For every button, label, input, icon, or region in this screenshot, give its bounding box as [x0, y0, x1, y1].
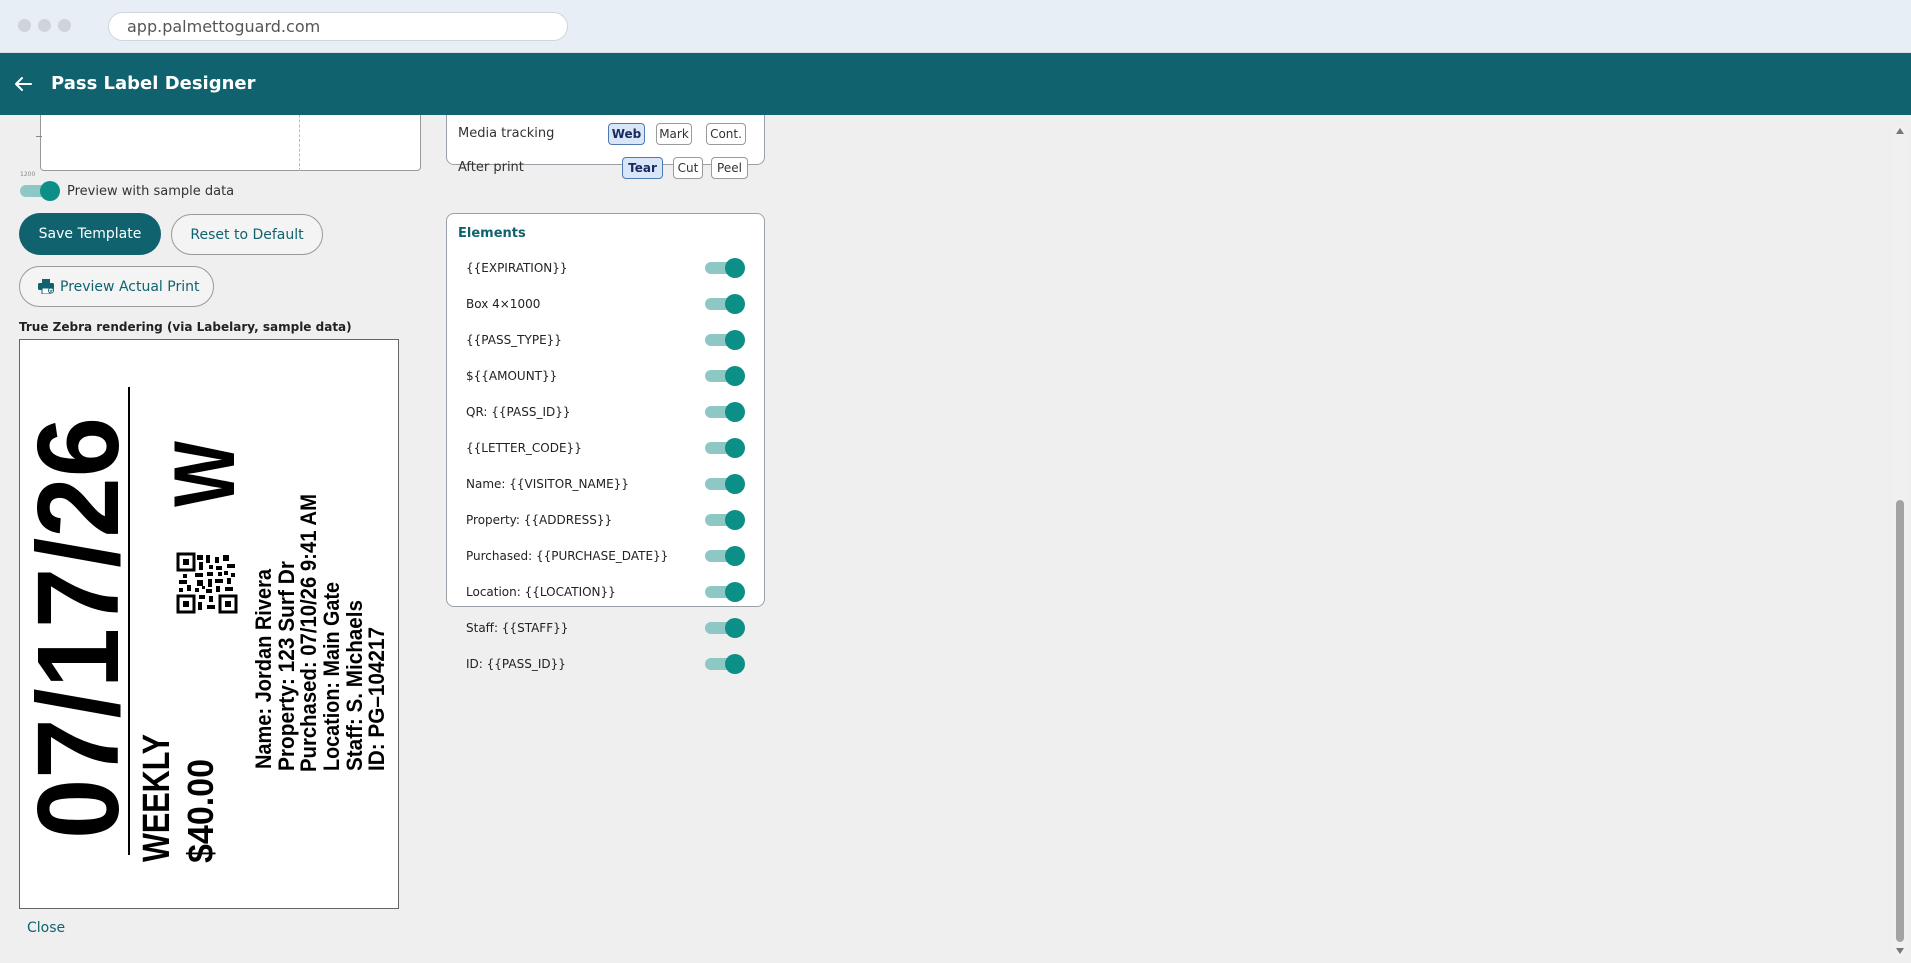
address-bar[interactable]: app.palmettoguard.com [108, 12, 568, 41]
media-tracking-mark[interactable]: Mark [656, 123, 692, 145]
element-row-pass-id: ID: {{PASS_ID}} [447, 650, 766, 680]
element-label: Purchased: {{PURCHASE_DATE}} [466, 549, 669, 563]
element-toggle-box[interactable] [705, 294, 745, 314]
element-row-qr: QR: {{PASS_ID}} [447, 398, 766, 428]
element-label: Staff: {{STAFF}} [466, 621, 569, 635]
preview-actual-print-label: Preview Actual Print [60, 278, 200, 295]
scroll-down-arrow-icon[interactable] [1896, 948, 1904, 954]
element-row-expiration: {{EXPIRATION}} [447, 254, 766, 284]
media-tracking-cont[interactable]: Cont. [706, 123, 746, 145]
element-label: {{PASS_TYPE}} [466, 333, 562, 347]
printer-icon [38, 279, 54, 294]
window-minimize-dot[interactable] [38, 19, 51, 32]
window-close-dot[interactable] [18, 19, 31, 32]
label-detail-name: Name: Jordan Rivera [251, 568, 276, 769]
window-maximize-dot[interactable] [58, 19, 71, 32]
after-print-label: After print [458, 160, 524, 175]
element-toggle-pass-id[interactable] [705, 654, 745, 674]
element-toggle-visitor-name[interactable] [705, 474, 745, 494]
element-toggle-amount[interactable] [705, 366, 745, 386]
ruler-tick [36, 136, 42, 137]
label-pass-type: WEEKLY [136, 734, 178, 862]
page-title: Pass Label Designer [51, 73, 256, 94]
preview-actual-print-button[interactable]: Preview Actual Print [19, 266, 214, 307]
ruler-mark: 1200 [20, 171, 36, 178]
element-label: QR: {{PASS_ID}} [466, 405, 571, 419]
sample-data-toggle[interactable] [20, 181, 60, 201]
main-content: 1200 Preview with sample data Save Templ… [0, 115, 1911, 963]
element-label: ID: {{PASS_ID}} [466, 657, 566, 671]
element-label: Name: {{VISITOR_NAME}} [466, 477, 629, 491]
save-template-button[interactable]: Save Template [19, 213, 161, 255]
element-toggle-address[interactable] [705, 510, 745, 530]
elements-title: Elements [458, 226, 526, 241]
element-toggle-qr[interactable] [705, 402, 745, 422]
element-row-staff: Staff: {{STAFF}} [447, 614, 766, 644]
element-toggle-purchase-date[interactable] [705, 546, 745, 566]
media-tracking-web[interactable]: Web [608, 123, 645, 145]
element-row-letter-code: {{LETTER_CODE}} [447, 434, 766, 464]
media-tracking-label: Media tracking [458, 126, 555, 141]
browser-toolbar: app.palmettoguard.com [0, 0, 1911, 53]
element-toggle-letter-code[interactable] [705, 438, 745, 458]
element-label: {{LETTER_CODE}} [466, 441, 582, 455]
after-print-peel[interactable]: Peel [711, 157, 748, 179]
element-row-location: Location: {{LOCATION}} [447, 578, 766, 608]
element-toggle-location[interactable] [705, 582, 745, 602]
element-row-pass-type: {{PASS_TYPE}} [447, 326, 766, 356]
zebra-rendering-title: True Zebra rendering (via Labelary, samp… [19, 320, 352, 334]
after-print-tear[interactable]: Tear [622, 157, 663, 179]
element-row-box: Box 4×1000 [447, 290, 766, 320]
label-expiration: 07/17/26 [20, 417, 143, 839]
label-amount: $40.00 [180, 759, 221, 863]
label-qr-code [176, 552, 238, 614]
scrollbar-thumb[interactable] [1896, 500, 1904, 942]
sample-data-label: Preview with sample data [67, 184, 235, 199]
scroll-up-arrow-icon[interactable] [1896, 128, 1904, 134]
media-settings-card: Media tracking Web Mark Cont. After prin… [446, 115, 765, 179]
label-detail-id: ID: PG–104217 [364, 627, 389, 771]
element-row-purchase-date: Purchased: {{PURCHASE_DATE}} [447, 542, 766, 572]
label-letter-code: W [157, 440, 253, 507]
elements-card: Elements {{EXPIRATION}} Box 4×1000 {{PASS_… [446, 213, 766, 674]
element-row-visitor-name: Name: {{VISITOR_NAME}} [447, 470, 766, 500]
back-arrow-icon[interactable] [12, 73, 34, 95]
element-label: Property: {{ADDRESS}} [466, 513, 613, 527]
label-detail-purchased: Purchased: 07/10/26 9:41 AM [296, 494, 321, 772]
close-link[interactable]: Close [27, 920, 65, 936]
element-toggle-expiration[interactable] [705, 258, 745, 278]
label-designer-canvas[interactable] [40, 115, 421, 171]
zebra-label-svg: 07/17/26 W WEEKLY $40.00 Name: Jordan Ri… [20, 387, 389, 863]
element-row-address: Property: {{ADDRESS}} [447, 506, 766, 536]
element-row-amount: ${{AMOUNT}} [447, 362, 766, 392]
element-label: ${{AMOUNT}} [466, 369, 558, 383]
zebra-label-render: 07/17/26 W WEEKLY $40.00 Name: Jordan Ri… [19, 339, 399, 909]
canvas-guide-line [299, 115, 300, 171]
reset-to-default-button[interactable]: Reset to Default [171, 214, 323, 255]
label-detail-location: Location: Main Gate [319, 582, 344, 771]
element-label: Location: {{LOCATION}} [466, 585, 616, 599]
element-label: {{EXPIRATION}} [466, 261, 568, 275]
app-header: Pass Label Designer [0, 53, 1911, 115]
element-toggle-staff[interactable] [705, 618, 745, 638]
element-label: Box 4×1000 [466, 297, 541, 311]
element-toggle-pass-type[interactable] [705, 330, 745, 350]
after-print-cut[interactable]: Cut [673, 157, 703, 179]
